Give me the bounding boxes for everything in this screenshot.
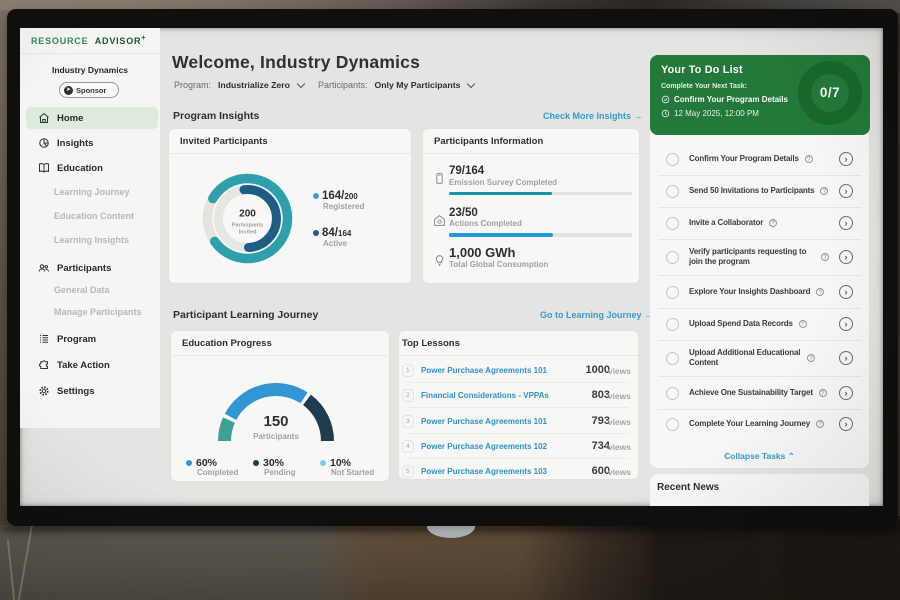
svg-text:200: 200 xyxy=(239,209,256,220)
svg-text:Participants: Participants xyxy=(232,223,263,229)
svg-text:Invited: Invited xyxy=(239,230,257,236)
